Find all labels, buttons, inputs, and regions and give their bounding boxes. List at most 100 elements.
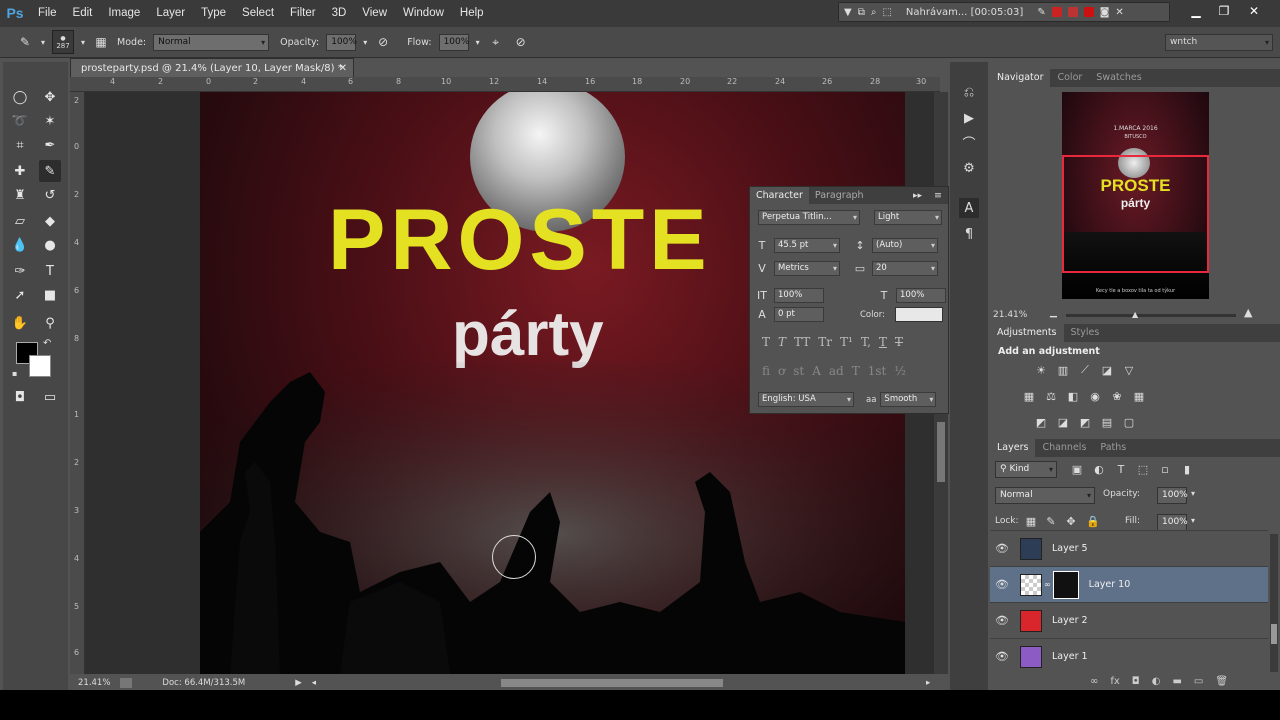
minimize-icon[interactable]: ▁ (1182, 0, 1210, 22)
leading-input[interactable]: (Auto) (872, 238, 938, 253)
navigator-zoom-in-icon[interactable]: ▲ (1244, 306, 1252, 319)
fill-dropdown-icon[interactable]: ▾ (1191, 516, 1195, 525)
selective-color-icon[interactable]: ▢ (1122, 415, 1136, 429)
crop-tool-icon[interactable]: ⌗ (9, 134, 31, 156)
pen-tool-icon[interactable]: ✑ (9, 260, 31, 282)
delete-layer-icon[interactable]: 🗑 (1215, 676, 1228, 687)
lock-all-icon[interactable]: 🔒 (1086, 514, 1100, 528)
filter-pixel-icon[interactable]: ▣ (1070, 462, 1084, 476)
navigator-viewport-box[interactable] (1062, 155, 1209, 273)
mode-select[interactable]: Normal (153, 33, 270, 51)
menu-file[interactable]: File (30, 0, 65, 26)
flow-dropdown-icon[interactable]: ▾ (476, 38, 480, 47)
opacity-input[interactable]: 100% (326, 33, 357, 51)
layer-opacity-input[interactable]: 100% (1157, 487, 1188, 504)
filter-toggle-icon[interactable]: ▮ (1180, 462, 1194, 476)
magic-wand-icon[interactable]: ✶ (39, 110, 61, 132)
curves-icon[interactable]: ⟋ (1078, 363, 1092, 377)
default-colors-icon[interactable]: ▪ (12, 369, 17, 378)
subscript-button[interactable]: T, (861, 335, 871, 349)
tab-color[interactable]: Color (1050, 69, 1089, 87)
clone-stamp-icon[interactable]: ♜ (9, 184, 31, 206)
filter-smart-icon[interactable]: ▫ (1158, 462, 1172, 476)
rectangle-tool-icon[interactable]: ■ (39, 284, 61, 306)
horizontal-scale-input[interactable]: 100% (896, 288, 946, 303)
visibility-eye-icon[interactable]: 👁 (990, 614, 1014, 627)
stylistic-alternates-button[interactable]: A (812, 364, 821, 378)
antialias-select[interactable]: Smooth (880, 392, 937, 407)
layer-fill-input[interactable]: 100% (1157, 514, 1188, 531)
color-lookup-icon[interactable]: ▦ (1132, 389, 1146, 403)
airbrush-icon[interactable]: ⌖ (487, 33, 505, 51)
pressure-size-icon[interactable]: ⊘ (512, 33, 530, 51)
dodge-tool-icon[interactable]: ● (39, 234, 61, 256)
layer-name[interactable]: Layer 10 (1089, 579, 1131, 590)
tab-paths[interactable]: Paths (1093, 439, 1133, 457)
visibility-eye-icon[interactable]: 👁 (990, 542, 1014, 555)
clone-source-icon[interactable]: ⚙ (959, 158, 979, 178)
restore-icon[interactable]: ❐ (1210, 0, 1238, 22)
brightness-icon[interactable]: ☀ (1034, 363, 1048, 377)
navigator-zoom[interactable]: 21.41% (993, 310, 1027, 320)
brush-panel-icon[interactable]: ▦ (92, 33, 110, 51)
tab-channels[interactable]: Channels (1035, 439, 1093, 457)
healing-brush-icon[interactable]: ✚ (9, 160, 31, 182)
hand-tool-icon[interactable]: ✋ (9, 312, 31, 334)
layer-opacity-dropdown-icon[interactable]: ▾ (1191, 489, 1195, 498)
type-tool-icon[interactable]: T (39, 260, 61, 282)
horizontal-scrollbar[interactable] (326, 678, 916, 688)
faux-italic-button[interactable]: T (778, 335, 786, 349)
share-icon[interactable] (120, 678, 133, 688)
menu-window[interactable]: Window (395, 0, 452, 26)
brush-preset-icon[interactable]: ✎ (16, 33, 34, 51)
font-family-select[interactable]: Perpetua Titlin... (758, 210, 860, 225)
layer-name[interactable]: Layer 1 (1052, 651, 1088, 662)
font-style-select[interactable]: Light (874, 210, 942, 225)
close-icon[interactable]: ✕ (1115, 7, 1123, 18)
tab-paragraph[interactable]: Paragraph (809, 187, 870, 204)
swap-colors-icon[interactable]: ↶ (43, 338, 51, 349)
scroll-left-icon[interactable]: ◂ (312, 678, 316, 688)
titling-alternates-button[interactable]: ad (829, 364, 844, 378)
ordinals-button[interactable]: 1st (868, 364, 887, 378)
flow-input[interactable]: 100% (438, 33, 469, 51)
opacity-dropdown-icon[interactable]: ▾ (363, 38, 367, 47)
pressure-opacity-icon[interactable]: ⊘ (374, 33, 392, 51)
preset-dropdown-icon[interactable]: ▾ (41, 38, 45, 47)
blur-tool-icon[interactable]: 💧 (9, 234, 31, 256)
tab-close-icon[interactable]: ✕ (339, 59, 347, 78)
layer-name[interactable]: Layer 2 (1052, 615, 1088, 626)
move-tool-icon[interactable]: ✥ (39, 86, 61, 108)
channel-mixer-icon[interactable]: ❀ (1110, 389, 1124, 403)
zoom-tool-icon[interactable]: ⚲ (39, 312, 61, 334)
tab-character[interactable]: Character (750, 187, 809, 204)
dropdown-icon[interactable]: ▼ (844, 7, 852, 18)
paragraph-panel-icon[interactable]: ¶ (959, 224, 979, 244)
region-icon[interactable]: ⬚ (882, 7, 891, 18)
photo-filter-icon[interactable]: ◉ (1088, 389, 1102, 403)
blend-mode-select[interactable]: Normal (995, 487, 1095, 504)
brush-presets-icon[interactable]: ⌒ (959, 132, 979, 152)
zoom-readout[interactable]: 21.41% (78, 678, 110, 688)
ornaments-button[interactable]: T (852, 364, 860, 378)
underline-button[interactable]: T (879, 335, 887, 349)
lock-transparent-icon[interactable]: ▦ (1024, 514, 1038, 528)
tab-layers[interactable]: Layers (990, 439, 1036, 457)
invert-icon[interactable]: ◩ (1034, 415, 1048, 429)
strikethrough-button[interactable]: T (895, 335, 903, 349)
hue-saturation-icon[interactable]: ▦ (1022, 389, 1036, 403)
all-caps-button[interactable]: TT (794, 335, 810, 349)
baseline-shift-input[interactable]: 0 pt (774, 307, 824, 322)
gradient-map-icon[interactable]: ▤ (1100, 415, 1114, 429)
filter-type-icon[interactable]: T (1114, 462, 1128, 476)
menu-help[interactable]: Help (452, 0, 492, 26)
black-white-icon[interactable]: ◧ (1066, 389, 1080, 403)
layer-row[interactable]: 👁 Layer 1 (990, 638, 1268, 674)
color-balance-icon[interactable]: ⚖ (1044, 389, 1058, 403)
kerning-select[interactable]: Metrics (774, 261, 840, 276)
record-icon[interactable] (1083, 7, 1094, 17)
menu-select[interactable]: Select (234, 0, 282, 26)
menu-3d[interactable]: 3D (324, 0, 355, 26)
vertical-scroll-thumb[interactable] (937, 422, 945, 482)
record-stop-icon[interactable] (1051, 7, 1062, 17)
